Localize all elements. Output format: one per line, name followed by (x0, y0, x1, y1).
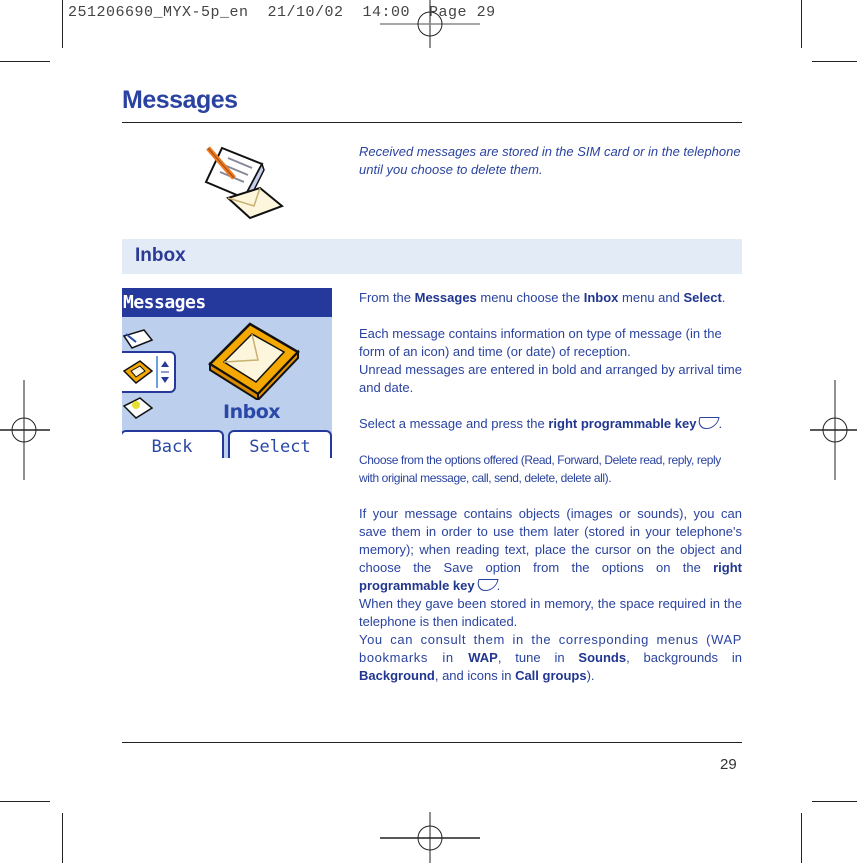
softkey-icon (696, 417, 721, 429)
compose-icon (122, 329, 154, 349)
crop-mark (801, 0, 802, 48)
print-slug: 251206690_MYX-5p_en 21/10/02 14:00 Page … (68, 4, 496, 21)
crop-mark (0, 61, 50, 62)
select-softkey[interactable]: Select (228, 430, 332, 458)
paragraph-select: Select a message and press the right pro… (359, 416, 723, 431)
messages-illustration-icon (204, 146, 284, 220)
selected-menu-label: Inbox (223, 401, 281, 423)
crop-mark (812, 801, 857, 802)
crop-mark (0, 801, 50, 802)
section-header: Inbox (122, 239, 742, 274)
crop-mark (812, 61, 857, 62)
section-title: Inbox (135, 245, 186, 266)
crop-mark (62, 0, 63, 48)
paragraph-message-info: Each message contains information on typ… (359, 326, 742, 395)
paragraph-objects: If your message contains objects (images… (359, 506, 742, 683)
outbox-icon (122, 397, 154, 419)
scroll-cursor (156, 356, 158, 388)
page-number: 29 (720, 756, 737, 773)
crop-mark (62, 813, 63, 863)
crop-mark (801, 813, 802, 863)
menu-scroller[interactable] (122, 351, 176, 393)
registration-mark-left (0, 380, 50, 480)
title-rule (122, 122, 742, 123)
registration-mark-right (810, 380, 857, 480)
registration-mark-bottom (380, 812, 480, 863)
back-softkey[interactable]: Back (122, 430, 224, 458)
phone-screen: Messages Inbox Back Select (122, 288, 332, 458)
inbox-large-icon (208, 322, 300, 400)
phone-header: Messages (122, 288, 332, 317)
paragraph-intro: From the Messages menu choose the Inbox … (359, 290, 726, 305)
scroll-arrows-icon[interactable] (160, 359, 170, 385)
footer-rule (122, 742, 742, 743)
body-text: From the Messages menu choose the Inbox … (359, 289, 742, 685)
page-title: Messages (122, 86, 238, 114)
inbox-small-icon (122, 360, 154, 384)
paragraph-options: Choose from the options offered (Read, F… (359, 453, 721, 485)
softkey-icon (475, 579, 499, 591)
intro-text: Received messages are stored in the SIM … (359, 144, 741, 177)
